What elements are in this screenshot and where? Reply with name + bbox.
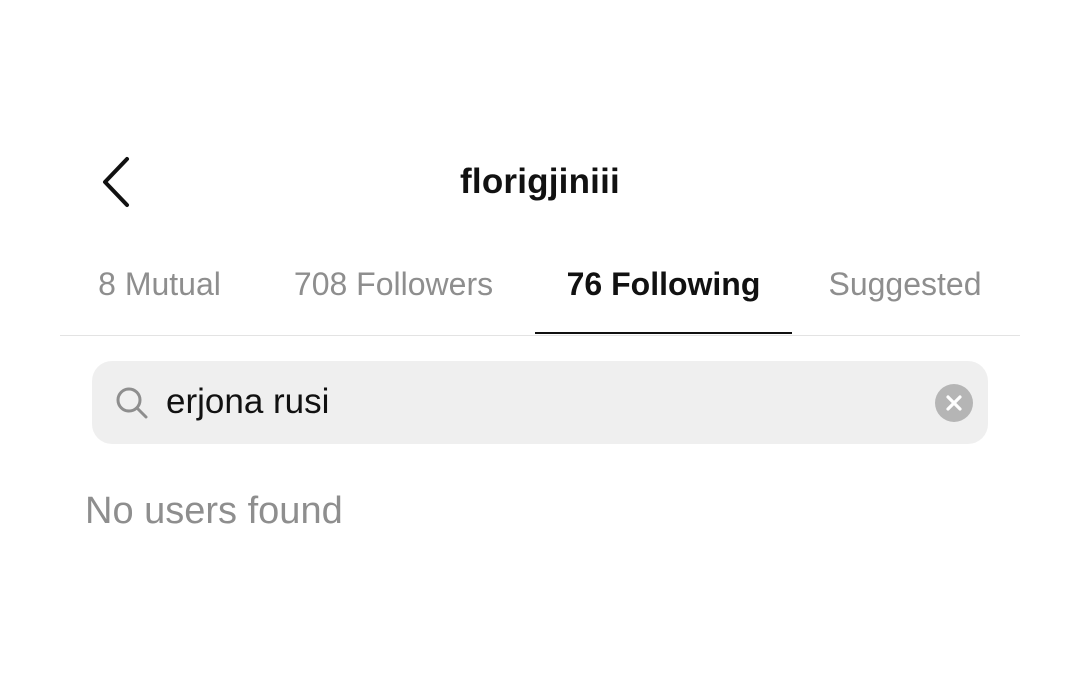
clear-search-button[interactable] xyxy=(935,384,973,422)
page-title: florigjiniii xyxy=(460,162,620,201)
active-tab-indicator xyxy=(535,332,792,334)
empty-results-message: No users found xyxy=(85,490,343,532)
tab-followers[interactable]: 708 Followers xyxy=(282,250,505,334)
tab-following[interactable]: 76 Following xyxy=(535,250,792,334)
clear-icon xyxy=(946,395,962,411)
search-input[interactable] xyxy=(166,373,896,431)
tab-suggested[interactable]: Suggested xyxy=(818,250,992,334)
header: florigjiniii xyxy=(0,140,1080,226)
search-icon xyxy=(116,387,148,419)
tab-mutual[interactable]: 8 Mutual xyxy=(87,250,232,334)
following-screen: florigjiniii 8 Mutual 708 Followers 76 F… xyxy=(0,0,1080,695)
tab-bar: 8 Mutual 708 Followers 76 Following Sugg… xyxy=(60,250,1020,336)
search-bar[interactable] xyxy=(92,361,988,444)
